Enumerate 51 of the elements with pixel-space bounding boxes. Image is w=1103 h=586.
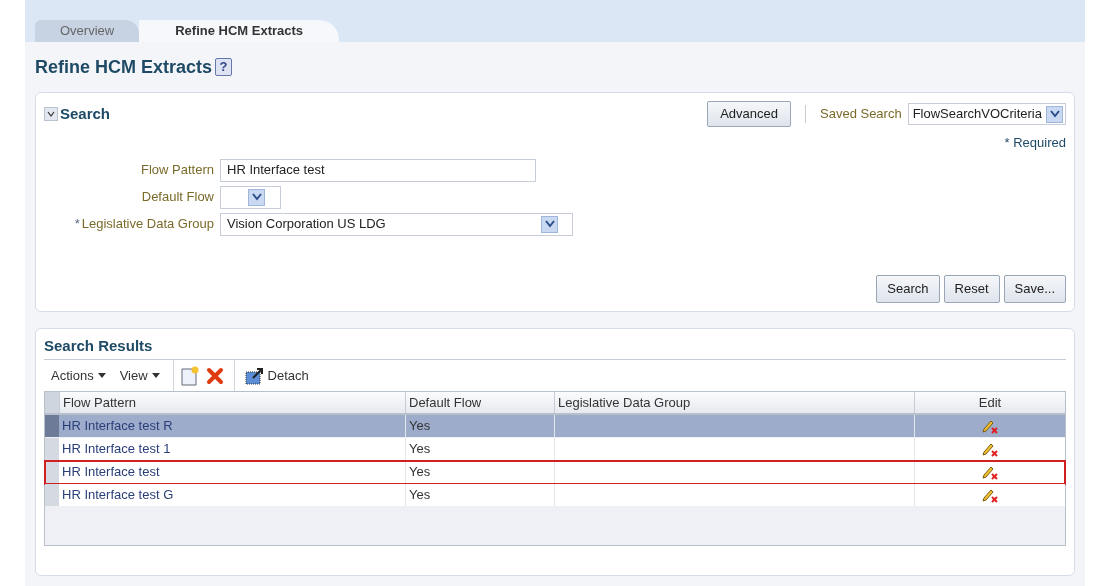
tab[interactable]: Refine HCM Extracts [139,20,340,42]
delete-icon[interactable] [205,366,224,385]
action-button[interactable]: Save... [1003,275,1066,303]
pencil-delete-icon[interactable] [982,418,998,434]
column-header: Edit [914,392,1065,413]
select-field[interactable] [220,185,281,209]
pencil-delete-icon[interactable] [982,464,998,480]
required-note: * Required [1004,134,1066,152]
detach-icon [244,365,265,386]
table-row[interactable]: HR Interface test 1 Yes [45,438,1065,461]
column-header: Legislative Data Group [554,392,914,413]
pencil-delete-icon[interactable] [982,487,998,503]
table-row[interactable]: HR Interface test Yes [45,461,1065,484]
menu-button[interactable]: Actions [44,365,113,386]
field-label: Legislative Data Group [81,215,214,234]
caret-icon [151,373,160,378]
saved-search-select[interactable]: FlowSearchVOCriteria [907,103,1066,125]
table-cell-text: HR Interface test G [61,486,175,505]
tab[interactable]: Overview [35,20,140,42]
action-button[interactable]: Search [876,275,940,303]
help-button[interactable]: ? [215,58,233,76]
table-cell-text: HR Interface test [61,463,161,482]
field-label: Flow Pattern [141,161,214,180]
detach-button[interactable]: Detach [244,365,309,386]
input-field[interactable]: HR Interface test [220,158,536,182]
required-mark: * [74,215,80,234]
field-label: Default Flow [141,188,214,207]
section-title: Search Results [44,336,154,356]
chevron-icon [47,111,55,117]
table-cell: Yes [405,484,554,506]
advanced-button[interactable]: Advanced [707,101,791,127]
menu-button[interactable]: View [112,365,167,386]
table-cell: Yes [405,415,554,437]
select-field[interactable]: Vision Corporation US LDG [220,212,573,236]
table-row[interactable]: HR Interface test R Yes [45,415,1065,438]
row-selector[interactable] [45,461,59,483]
column-header: Default Flow [405,392,554,413]
new-document-icon[interactable] [179,365,200,386]
pencil-delete-icon[interactable] [982,441,998,457]
header-corner [45,392,59,413]
table-cell-text: HR Interface test 1 [61,440,172,459]
table-cell: Yes [405,461,554,483]
collapse-toggle[interactable] [44,107,58,121]
table-row[interactable]: HR Interface test G Yes [45,484,1065,507]
caret-icon [97,373,106,378]
column-header: Flow Pattern [59,392,405,413]
page-title: Refine HCM Extracts [35,55,213,79]
action-button[interactable]: Reset [943,275,1000,303]
field-label: Saved Search [820,105,902,124]
table-cell-text: HR Interface test R [61,417,174,436]
section-title: Search [60,103,111,124]
